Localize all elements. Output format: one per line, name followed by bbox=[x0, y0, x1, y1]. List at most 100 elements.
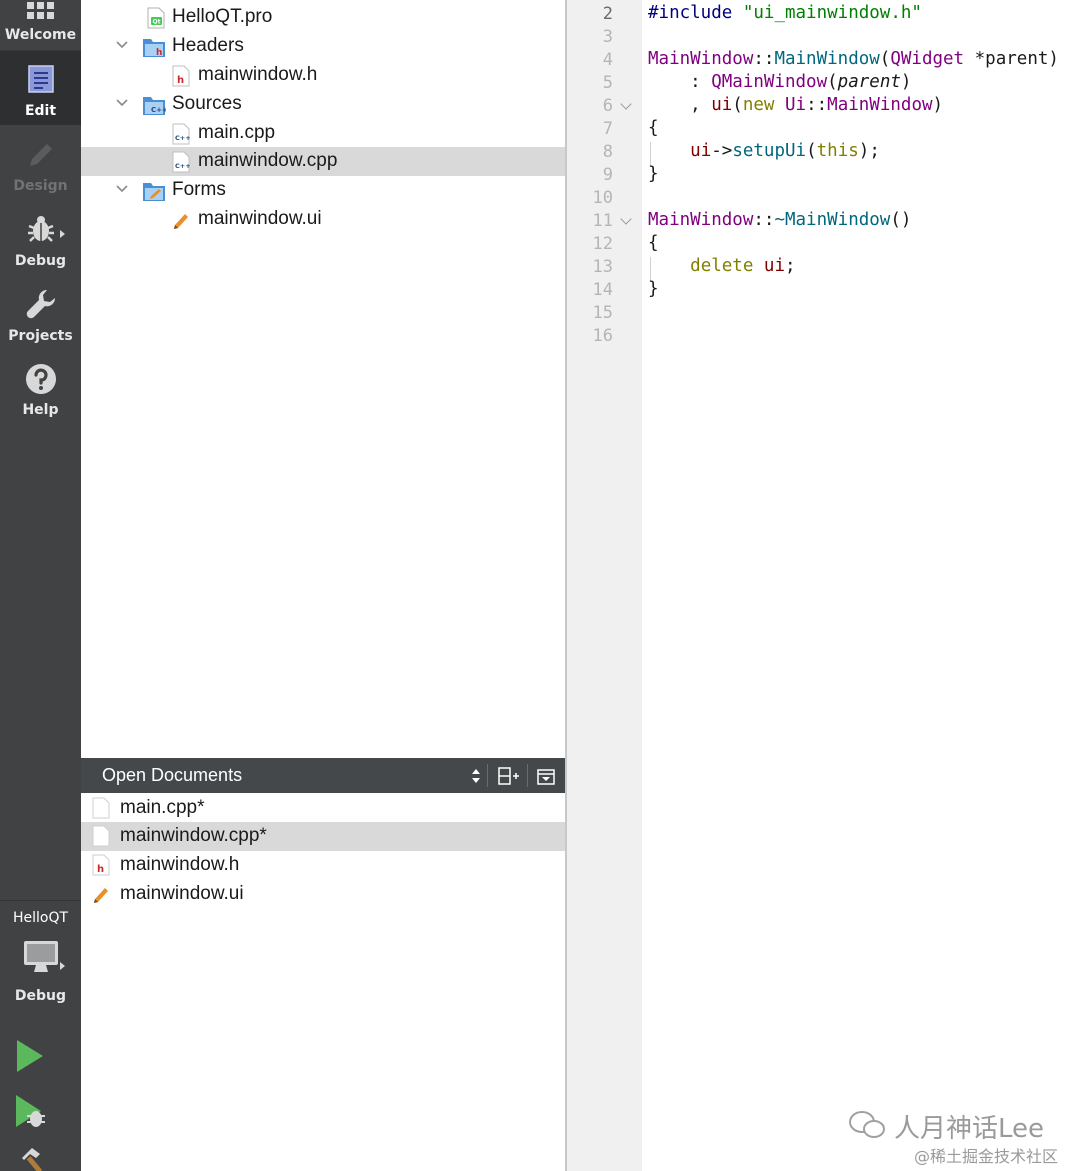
code-line-2: #include "ui_mainwindow.h" bbox=[648, 3, 922, 23]
cpp-file-icon: C++ bbox=[172, 123, 190, 145]
mode-edit[interactable]: Edit bbox=[0, 51, 81, 125]
run-debug-icon[interactable] bbox=[14, 1094, 48, 1130]
blank-file-icon bbox=[92, 797, 110, 819]
close-pane-icon[interactable] bbox=[537, 769, 555, 785]
monitor-icon bbox=[23, 941, 58, 972]
svg-text:Qt: Qt bbox=[153, 19, 161, 26]
code-editor[interactable]: #include "ui_mainwindow.h" MainWindow::M… bbox=[642, 0, 1080, 1171]
tree-item-main-cpp[interactable]: C++ main.cpp bbox=[81, 119, 565, 148]
tree-item-label: Sources bbox=[172, 93, 242, 114]
open-doc-label: main.cpp* bbox=[120, 797, 205, 818]
kit-build-config: Debug bbox=[14, 988, 67, 1004]
mode-debug-label: Debug bbox=[14, 253, 67, 269]
run-triangle-icon[interactable] bbox=[15, 1039, 45, 1073]
mode-projects[interactable]: Projects bbox=[0, 276, 81, 350]
line-number: 8 bbox=[602, 142, 613, 162]
ui-form-file-icon bbox=[94, 888, 108, 903]
open-doc-mainwindow-h[interactable]: h mainwindow.h bbox=[81, 851, 565, 880]
build-hammer-icon[interactable] bbox=[18, 1146, 48, 1171]
svg-text:C++: C++ bbox=[175, 162, 190, 170]
line-number: 6 bbox=[602, 96, 613, 116]
tree-item-label: mainwindow.h bbox=[198, 64, 318, 85]
open-documents-header: Open Documents bbox=[81, 758, 565, 793]
line-number: 10 bbox=[592, 188, 613, 208]
open-doc-main-cpp[interactable]: main.cpp* bbox=[81, 794, 565, 823]
mode-projects-label: Projects bbox=[8, 328, 73, 344]
chevron-down-icon[interactable] bbox=[115, 182, 129, 196]
qt-project-file-icon: Qt bbox=[147, 7, 165, 29]
code-line-13: delete ui; bbox=[690, 256, 796, 276]
open-doc-mainwindow-ui[interactable]: mainwindow.ui bbox=[81, 880, 565, 909]
tree-item-label: Headers bbox=[172, 35, 244, 56]
tree-item-sources[interactable]: C++ Sources bbox=[81, 90, 565, 119]
wechat-logo-icon bbox=[849, 1111, 885, 1138]
line-number: 16 bbox=[592, 326, 613, 346]
tree-item-headers[interactable]: h Headers bbox=[81, 32, 565, 61]
headers-folder-icon: h bbox=[143, 39, 165, 58]
open-doc-label: mainwindow.ui bbox=[120, 883, 244, 904]
kit-menu-arrow-icon bbox=[60, 962, 65, 970]
tree-item-mainwindow-h[interactable]: h mainwindow.h bbox=[81, 61, 565, 90]
mode-help[interactable]: Help bbox=[0, 351, 81, 425]
code-line-8: ui->setupUi(this); bbox=[690, 141, 880, 161]
debug-bug-icon bbox=[27, 216, 54, 242]
blank-file-icon bbox=[92, 825, 110, 847]
line-number: 5 bbox=[602, 73, 613, 93]
line-number-gutter: 2 3 4 5 6 7 8 9 10 11 12 13 14 15 16 bbox=[567, 0, 642, 1171]
tree-item-label: main.cpp bbox=[198, 122, 276, 143]
tree-item-project-file[interactable]: Qt HelloQT.pro bbox=[81, 3, 565, 32]
mode-debug-menu-arrow-icon bbox=[60, 230, 65, 238]
mode-design[interactable]: Design bbox=[0, 126, 81, 200]
open-doc-label: mainwindow.cpp* bbox=[120, 825, 267, 846]
svg-text:h: h bbox=[177, 75, 184, 86]
header-divider bbox=[487, 764, 488, 787]
header-file-icon: h bbox=[92, 854, 110, 876]
mode-welcome-label: Welcome bbox=[4, 27, 77, 43]
kit-project-name: HelloQT bbox=[12, 910, 69, 926]
line-number: 13 bbox=[592, 257, 613, 277]
code-line-14: } bbox=[648, 279, 659, 299]
line-number: 9 bbox=[602, 165, 613, 185]
code-line-5: : QMainWindow(parent) bbox=[648, 72, 912, 92]
watermark-source: @稀土掘金技术社区 bbox=[914, 1147, 1059, 1166]
sidebar-divider bbox=[0, 900, 81, 901]
help-question-icon bbox=[25, 364, 56, 394]
chevron-down-icon[interactable] bbox=[115, 96, 129, 110]
header-file-icon: h bbox=[172, 65, 190, 87]
code-line-12: { bbox=[648, 233, 659, 253]
watermark-author: 人月神话Lee bbox=[894, 1114, 1045, 1144]
fold-marker-icon[interactable] bbox=[620, 213, 632, 225]
tree-item-mainwindow-cpp[interactable]: C++ mainwindow.cpp bbox=[81, 147, 565, 176]
projects-wrench-icon bbox=[26, 289, 55, 319]
project-tree: Qt HelloQT.pro h Headers h mainwindow.h … bbox=[81, 0, 565, 758]
sort-updown-icon[interactable] bbox=[470, 767, 482, 785]
design-pencil-icon bbox=[29, 144, 52, 166]
sources-folder-icon: C++ bbox=[143, 97, 166, 115]
fold-marker-icon[interactable] bbox=[620, 98, 632, 110]
line-number: 12 bbox=[592, 234, 613, 254]
welcome-grid-icon bbox=[26, 2, 54, 19]
line-number: 2 bbox=[602, 4, 613, 24]
line-number: 7 bbox=[602, 119, 613, 139]
tree-item-forms[interactable]: Forms bbox=[81, 176, 565, 205]
open-doc-label: mainwindow.h bbox=[120, 854, 240, 875]
split-pane-icon[interactable] bbox=[498, 766, 520, 786]
open-doc-mainwindow-cpp[interactable]: mainwindow.cpp* bbox=[81, 822, 565, 851]
mode-design-label: Design bbox=[13, 178, 68, 194]
code-line-6: , ui(new Ui::MainWindow) bbox=[648, 95, 944, 115]
line-number: 14 bbox=[592, 280, 613, 300]
tree-item-label: mainwindow.ui bbox=[198, 208, 322, 229]
svg-text:C++: C++ bbox=[151, 106, 166, 114]
line-number: 15 bbox=[592, 303, 613, 323]
chevron-down-icon[interactable] bbox=[115, 38, 129, 52]
svg-text:h: h bbox=[156, 48, 162, 58]
ui-form-file-icon bbox=[174, 214, 188, 229]
header-divider bbox=[527, 764, 528, 787]
open-documents-list: main.cpp* mainwindow.cpp* h mainwindow.h… bbox=[81, 793, 565, 1171]
mode-welcome[interactable]: Welcome bbox=[0, 0, 81, 50]
mode-debug[interactable]: Debug bbox=[0, 201, 81, 275]
forms-folder-icon bbox=[143, 183, 165, 201]
kit-selector[interactable]: HelloQT Debug bbox=[0, 902, 81, 1010]
tree-item-label: HelloQT.pro bbox=[172, 6, 273, 27]
tree-item-mainwindow-ui[interactable]: mainwindow.ui bbox=[81, 205, 565, 234]
